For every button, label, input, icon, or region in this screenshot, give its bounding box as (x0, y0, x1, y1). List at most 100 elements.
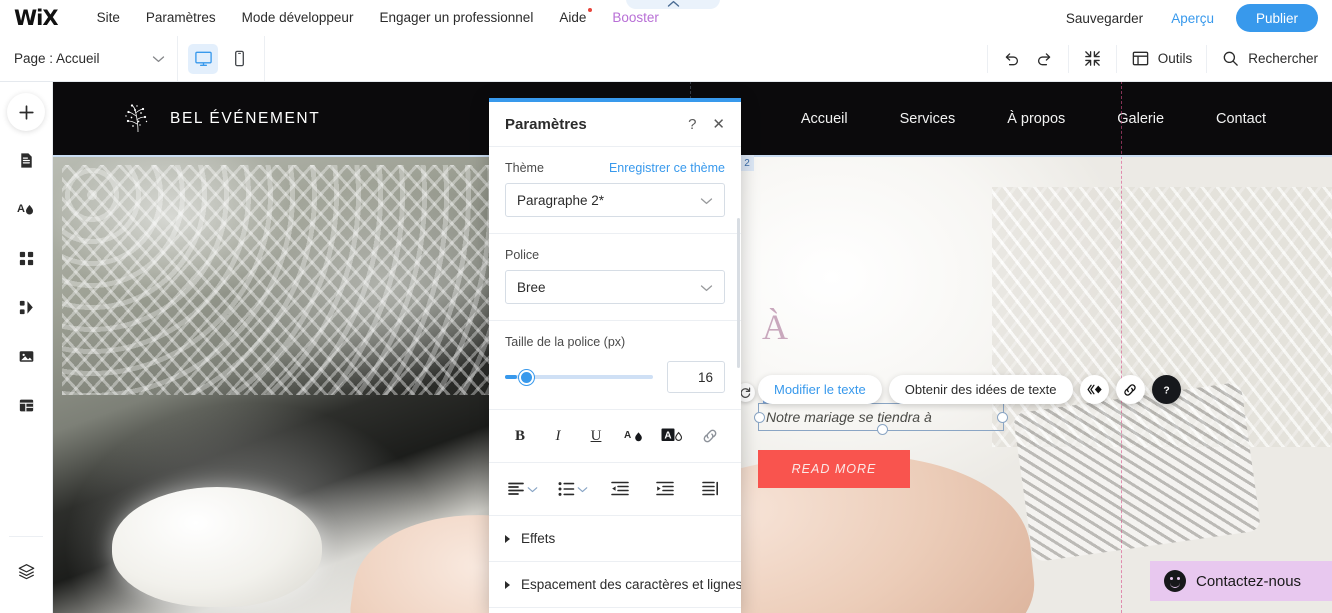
theme-select[interactable]: Paragraphe 2* (505, 183, 725, 217)
panel-help-button[interactable]: ? (688, 117, 696, 132)
site-nav-services[interactable]: Services (874, 111, 982, 127)
theme-row: Thème Enregistrer ce thème (505, 161, 725, 175)
animation-icon (1086, 384, 1102, 395)
search-label: Rechercher (1248, 51, 1318, 66)
collapse-topbar-tab[interactable] (626, 0, 720, 9)
branch-icon (120, 101, 156, 137)
canvas-guide-right (1121, 81, 1122, 613)
edit-text-button[interactable]: Modifier le texte (758, 375, 882, 404)
text-ideas-button[interactable]: Obtenir des idées de texte (888, 375, 1073, 404)
text-highlight-icon[interactable]: A (659, 423, 685, 449)
font-size-slider[interactable] (505, 369, 653, 385)
sidebar-item-content-manager[interactable] (6, 385, 46, 425)
element-floating-toolbar: Modifier le texte Obtenir des idées de t… (758, 375, 1181, 404)
outdent-icon[interactable] (607, 476, 633, 502)
desktop-view-button[interactable] (188, 43, 218, 74)
read-more-button[interactable]: READ MORE (758, 450, 910, 488)
menu-item-mode-developpeur[interactable]: Mode développeur (229, 0, 367, 36)
link-button[interactable] (1115, 375, 1145, 404)
italic-icon[interactable]: I (545, 423, 571, 449)
selection-bounding-box[interactable]: Notre mariage se tiendra à (754, 403, 1008, 435)
menu-label: Booster (612, 10, 659, 25)
resize-handle-right[interactable] (997, 412, 1008, 423)
publish-button[interactable]: Publier (1235, 4, 1318, 32)
zoom-group (1067, 44, 1116, 73)
zoom-out-button[interactable] (1083, 49, 1102, 68)
selected-text-content: Notre mariage se tiendra à (766, 409, 932, 425)
site-nav-a-propos[interactable]: À propos (981, 111, 1091, 127)
panel-scrollbar[interactable] (737, 218, 740, 368)
menu-item-aide[interactable]: Aide (546, 0, 599, 36)
effects-accordion[interactable]: Effets (489, 516, 741, 562)
add-element-button[interactable] (7, 93, 45, 131)
font-size-row: Taille de la police (px) (505, 335, 725, 349)
font-select-value: Bree (517, 279, 546, 295)
preview-button[interactable]: Aperçu (1157, 11, 1228, 26)
mobile-view-button[interactable] (224, 44, 254, 74)
indent-icon[interactable] (652, 476, 678, 502)
site-nav-accueil[interactable]: Accueil (775, 111, 874, 127)
sidebar-item-add-apps[interactable] (6, 238, 46, 278)
help-button[interactable]: ? (1151, 375, 1181, 404)
font-label: Police (505, 248, 540, 262)
underline-icon[interactable]: U (583, 423, 609, 449)
theme-label: Thème (505, 161, 544, 175)
zoom-out-icon (1084, 51, 1100, 66)
site-brand[interactable]: BEL ÉVÉNEMENT (120, 101, 320, 137)
font-size-input[interactable]: 16 (667, 361, 725, 393)
text-align-button[interactable] (507, 480, 538, 498)
database-icon (19, 399, 33, 411)
svg-text:A: A (17, 203, 25, 215)
undo-button[interactable] (1002, 49, 1021, 68)
chat-widget-label: Contactez-nous (1196, 572, 1302, 590)
sidebar-item-media[interactable] (6, 336, 46, 376)
site-nav-contact[interactable]: Contact (1190, 111, 1292, 127)
tools-button[interactable]: Outils (1131, 49, 1192, 68)
media-icon (19, 350, 33, 362)
save-button[interactable]: Sauvegarder (1052, 11, 1157, 26)
chat-widget[interactable]: Contactez-nous (1150, 561, 1332, 601)
panel-title: Paramètres (505, 115, 587, 133)
text-direction-icon[interactable] (697, 476, 723, 502)
font-select[interactable]: Bree (505, 270, 725, 304)
chevron-down-icon (152, 50, 165, 68)
undo-icon (1005, 53, 1018, 66)
text-align-icon (508, 482, 524, 495)
page-selector[interactable]: Page : Accueil (0, 36, 178, 81)
bullet-list-button[interactable] (557, 480, 588, 498)
sidebar-item-my-business[interactable] (6, 287, 46, 327)
top-bar-actions: Sauvegarder Aperçu Publier (1052, 4, 1332, 32)
menu-item-parametres[interactable]: Paramètres (133, 0, 229, 36)
menu-item-site[interactable]: Site (84, 0, 133, 36)
resize-handle-bottom[interactable] (877, 424, 888, 435)
panel-close-button[interactable]: ✕ (712, 117, 725, 132)
spacing-accordion[interactable]: Espacement des caractères et lignes (489, 562, 741, 608)
wix-logo[interactable]: WiX (14, 6, 59, 30)
search-button[interactable]: Rechercher (1221, 49, 1318, 68)
menu-item-engager-professionnel[interactable]: Engager un professionnel (366, 0, 546, 36)
bullet-list-icon (558, 482, 575, 496)
svg-text:A: A (624, 430, 631, 441)
chevron-down-icon (700, 193, 713, 208)
plus-icon (18, 104, 34, 120)
site-nav-galerie[interactable]: Galerie (1091, 111, 1190, 127)
resize-handle-left[interactable] (754, 412, 765, 423)
theme-select-value: Paragraphe 2* (517, 192, 605, 208)
sidebar-item-design[interactable]: A (6, 189, 46, 229)
section-index-badge: 2 (740, 155, 754, 171)
sidebar-item-layers[interactable] (9, 551, 43, 591)
slider-knob[interactable] (519, 369, 534, 385)
bold-icon[interactable]: B (507, 423, 533, 449)
sidebar-item-pages[interactable] (6, 140, 46, 180)
redo-button[interactable] (1035, 49, 1054, 68)
toolbar-right-actions: Outils Rechercher (986, 36, 1332, 81)
text-color-icon[interactable]: A (621, 423, 647, 449)
chevron-up-icon (667, 0, 679, 7)
site-navigation: Accueil Services À propos Galerie Contac… (775, 111, 1332, 127)
animation-button[interactable] (1079, 375, 1109, 404)
save-theme-link[interactable]: Enregistrer ce thème (609, 161, 725, 175)
link-icon[interactable] (697, 423, 723, 449)
selected-text-element[interactable]: Texte Notre mariage se tiendra à (736, 383, 1008, 435)
blocks-icon (19, 300, 33, 314)
menu-label: Engager un professionnel (379, 10, 534, 25)
